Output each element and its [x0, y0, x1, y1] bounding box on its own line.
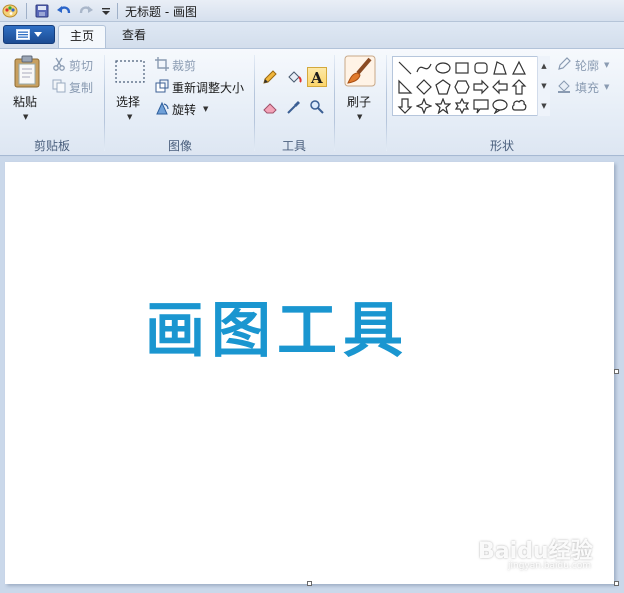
cloud-callout-shape-icon[interactable] [509, 96, 528, 115]
copy-button[interactable]: 复制 [69, 79, 93, 96]
qat-separator [26, 3, 27, 19]
polygon-shape-icon[interactable] [490, 58, 509, 77]
paint-menu-button[interactable] [3, 25, 55, 44]
ribbon-tab-row: 主页 查看 [0, 22, 624, 48]
brushes-button[interactable]: 刷子 [347, 93, 371, 110]
chevron-down-icon[interactable]: ▼ [604, 61, 609, 69]
shapes-gallery: ▲ ▼ ▼ [392, 56, 550, 116]
tab-home[interactable]: 主页 [58, 25, 106, 48]
fill-button[interactable]: 填充 [575, 79, 599, 96]
eraser-tool[interactable] [260, 97, 280, 117]
chevron-down-icon[interactable]: ▼ [357, 113, 362, 121]
chevron-down-icon [34, 31, 42, 37]
chevron-down-icon[interactable]: ▼ [604, 83, 609, 91]
scissors-icon [52, 57, 66, 71]
window-title: 无标题 - 画图 [125, 5, 197, 19]
paste-icon[interactable] [12, 55, 42, 89]
drawing-canvas[interactable]: 画图工具 [5, 162, 614, 584]
chevron-down-icon[interactable]: ▼ [23, 113, 28, 121]
rotate-button[interactable]: 旋转 [172, 101, 196, 118]
triangle-shape-icon[interactable] [509, 58, 528, 77]
diamond-shape-icon[interactable] [414, 77, 433, 96]
scroll-down-icon[interactable]: ▼ [538, 76, 550, 96]
svg-text:A: A [310, 69, 323, 85]
scroll-up-icon[interactable]: ▲ [538, 56, 550, 76]
outline-button[interactable]: 轮廓 [575, 57, 599, 74]
right-triangle-shape-icon[interactable] [395, 77, 414, 96]
pencil-icon [263, 70, 277, 84]
brush-icon[interactable] [344, 55, 376, 87]
curve-shape-icon[interactable] [414, 58, 433, 77]
copy-icon [52, 79, 66, 93]
image-group-label: 图像 [167, 139, 192, 153]
undo-icon[interactable] [56, 3, 72, 19]
rectangle-shape-icon[interactable] [452, 58, 471, 77]
outline-icon [557, 57, 571, 71]
group-separator [254, 55, 255, 151]
down-arrow-shape-icon[interactable] [395, 96, 414, 115]
fill-tool[interactable] [284, 67, 304, 87]
eraser-icon [263, 103, 277, 114]
rectangular-callout-shape-icon[interactable] [471, 96, 490, 115]
six-point-star-shape-icon[interactable] [452, 96, 471, 115]
chevron-down-icon[interactable]: ▼ [127, 113, 132, 121]
oval-callout-shape-icon[interactable] [490, 96, 509, 115]
right-arrow-shape-icon[interactable] [471, 77, 490, 96]
resize-button[interactable]: 重新调整大小 [172, 79, 244, 96]
pencil-tool[interactable] [260, 67, 280, 87]
more-shapes-icon[interactable]: ▼ [538, 96, 550, 116]
up-arrow-shape-icon[interactable] [509, 77, 528, 96]
canvas-text: 画图工具 [145, 296, 409, 366]
paste-button[interactable]: 粘贴 [13, 93, 37, 110]
oval-shape-icon[interactable] [433, 58, 452, 77]
shapes-scrollbar[interactable]: ▲ ▼ ▼ [537, 56, 550, 116]
crop-icon [155, 57, 169, 71]
fill-icon [557, 79, 571, 93]
watermark-url: jingyan.baidu.com [508, 561, 592, 571]
rotate-icon [155, 101, 169, 115]
shapes-group-label: 形状 [489, 139, 514, 153]
group-separator [386, 55, 387, 151]
text-tool[interactable]: A [307, 67, 327, 87]
group-separator [104, 55, 105, 151]
five-point-star-shape-icon[interactable] [433, 96, 452, 115]
chevron-down-icon[interactable]: ▼ [203, 105, 208, 113]
resize-handle-corner[interactable] [614, 581, 619, 586]
title-bar: 无标题 - 画图 [0, 0, 624, 22]
magnifier-icon [310, 100, 324, 114]
select-button[interactable]: 选择 [116, 93, 140, 110]
line-shape-icon[interactable] [395, 58, 414, 77]
redo-icon[interactable] [78, 3, 94, 19]
qat-separator [117, 3, 118, 19]
cut-button[interactable]: 剪切 [69, 57, 93, 74]
group-separator [334, 55, 335, 151]
text-a-icon: A [310, 69, 323, 85]
paint-app-icon[interactable] [2, 3, 18, 19]
magnifier-tool[interactable] [307, 97, 327, 117]
crop-button[interactable]: 裁剪 [172, 57, 196, 74]
tools-group-label: 工具 [281, 139, 306, 153]
resize-icon [155, 79, 169, 93]
menu-icon [16, 29, 30, 40]
save-icon[interactable] [34, 3, 50, 19]
left-arrow-shape-icon[interactable] [490, 77, 509, 96]
pentagon-shape-icon[interactable] [433, 77, 452, 96]
four-point-star-shape-icon[interactable] [414, 96, 433, 115]
customize-qat-dropdown-icon[interactable] [98, 3, 114, 19]
clipboard-group-label: 剪贴板 [33, 139, 70, 153]
select-rectangle-icon[interactable] [114, 59, 146, 85]
ribbon-home: 粘贴 ▼ 剪切 复制 剪贴板 选择 ▼ 裁剪 重新调整大小 旋转 ▼ 图像 A [0, 48, 624, 156]
hexagon-shape-icon[interactable] [452, 77, 471, 96]
fill-bucket-icon [288, 71, 302, 83]
workspace: 画图工具 [0, 157, 624, 593]
resize-handle-right[interactable] [614, 369, 619, 374]
color-picker-tool[interactable] [284, 97, 304, 117]
tab-view[interactable]: 查看 [110, 25, 158, 48]
resize-handle-bottom[interactable] [307, 581, 312, 586]
rounded-rectangle-shape-icon[interactable] [471, 58, 490, 77]
eyedropper-icon [287, 101, 300, 114]
baidu-watermark: Baidu经验 jingyan.baidu.com [478, 533, 618, 577]
